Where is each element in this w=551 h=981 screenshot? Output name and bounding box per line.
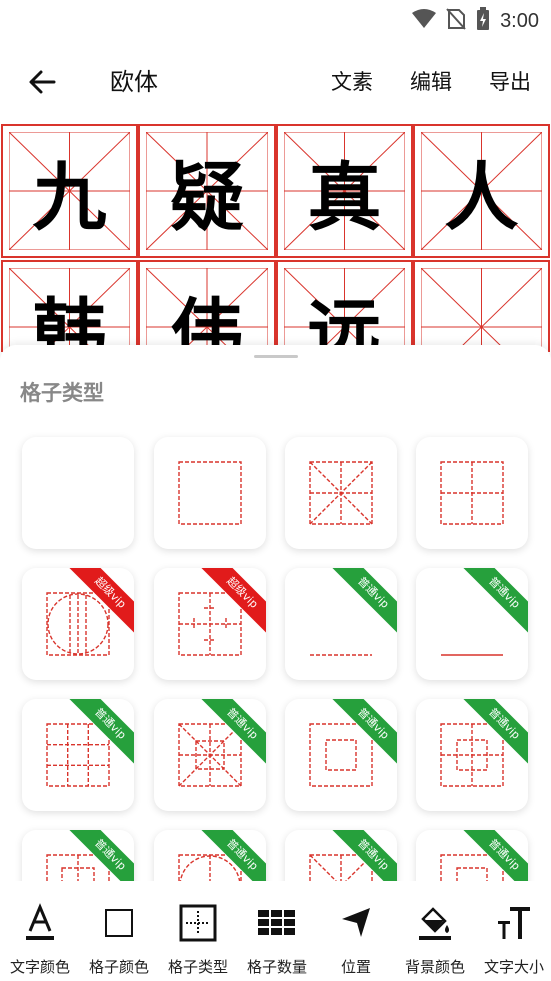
grid-character: 伟 [170, 290, 244, 353]
grid-type-circle[interactable]: 超级vip [22, 568, 134, 680]
grid-character: 九 [32, 154, 107, 241]
grid-color-icon [99, 903, 139, 943]
grid-character [415, 262, 548, 352]
no-sim-icon [446, 8, 466, 34]
status-bar: 3:00 [0, 0, 551, 38]
grid-character: 疑 [170, 154, 244, 241]
wifi-icon [412, 9, 437, 33]
grid-type-button[interactable]: 格子类型 [159, 881, 237, 981]
grid-type-partial[interactable]: 普通vip [22, 830, 134, 881]
tool-label: 文字大小 [483, 958, 544, 976]
grid-type-nine-grid[interactable]: 普通vip [22, 699, 134, 811]
grid-character: 韩 [32, 290, 107, 353]
tool-label: 格子颜色 [88, 958, 149, 976]
text-color-icon [20, 903, 60, 943]
grid-color-button[interactable]: 格子颜色 [80, 881, 158, 981]
bottom-toolbar: 文字颜色 格子颜色 格子类型 格子数量 位置 背景颜色 文字大小 [0, 881, 551, 981]
tool-label: 格子类型 [167, 958, 228, 976]
grid-character: 人 [444, 154, 519, 241]
grid-cell[interactable]: 远 [276, 260, 413, 352]
export-button[interactable]: 导出 [489, 66, 531, 96]
grid-cell[interactable]: 九 [1, 124, 138, 258]
background-color-button[interactable]: 背景颜色 [396, 881, 474, 981]
back-arrow-icon[interactable] [26, 66, 58, 98]
grid-type-dashed-line[interactable]: 普通vip [285, 568, 397, 680]
grid-type-mi[interactable] [285, 437, 397, 549]
calligraphy-grid-preview: 九 疑 真 人 韩 伟 远 [0, 122, 551, 352]
tool-label: 背景颜色 [404, 958, 465, 976]
sheet-title: 格子类型 [20, 381, 104, 405]
grid-cell[interactable]: 人 [413, 124, 550, 258]
grid-type-nested-square[interactable]: 普通vip [285, 699, 397, 811]
grid-character: 真 [307, 154, 382, 241]
grid-cell[interactable]: 真 [276, 124, 413, 258]
text-color-button[interactable]: 文字颜色 [1, 881, 79, 981]
grid-type-square[interactable] [154, 437, 266, 549]
text-size-icon [494, 903, 534, 943]
grid-type-tian[interactable] [416, 437, 528, 549]
page-title: 欧体 [110, 68, 158, 96]
edit-button[interactable]: 编辑 [410, 66, 452, 96]
grid-type-cross-arrows[interactable]: 超级vip [154, 568, 266, 680]
grid-type-icon [178, 903, 218, 943]
grid-cell[interactable] [413, 260, 550, 352]
grid-type-partial[interactable]: 普通vip [416, 830, 528, 881]
battery-charging-icon [476, 7, 490, 35]
grid-character: 远 [307, 290, 382, 353]
sheet-drag-handle[interactable] [254, 355, 298, 358]
grid-type-blank[interactable] [22, 437, 134, 549]
position-button[interactable]: 位置 [317, 881, 395, 981]
grid-cell[interactable]: 疑 [138, 124, 276, 258]
grid-count-icon [257, 903, 297, 943]
position-icon [336, 903, 376, 943]
tool-label: 位置 [340, 958, 371, 976]
tool-label: 文字颜色 [9, 958, 70, 976]
grid-type-solid-line[interactable]: 普通vip [416, 568, 528, 680]
text-size-button[interactable]: 文字大小 [475, 881, 551, 981]
grid-cell[interactable]: 韩 [1, 260, 138, 352]
grid-type-hui[interactable]: 普通vip [416, 699, 528, 811]
grid-type-partial[interactable]: 普通vip [154, 830, 266, 881]
grid-count-button[interactable]: 格子数量 [238, 881, 316, 981]
background-color-icon [415, 903, 455, 943]
tool-label: 格子数量 [246, 958, 307, 976]
wen-su-button[interactable]: 文素 [331, 66, 373, 96]
status-time: 3:00 [500, 9, 539, 32]
grid-type-partial[interactable]: 普通vip [285, 830, 397, 881]
app-bar: 欧体 文素 编辑 导出 [0, 44, 551, 116]
grid-type-sheet: 格子类型 超级vip 超级vip 普通vip 普通vip 普通vip 普通vip… [0, 345, 551, 881]
grid-type-mi-center[interactable]: 普通vip [154, 699, 266, 811]
grid-cell[interactable]: 伟 [138, 260, 276, 352]
